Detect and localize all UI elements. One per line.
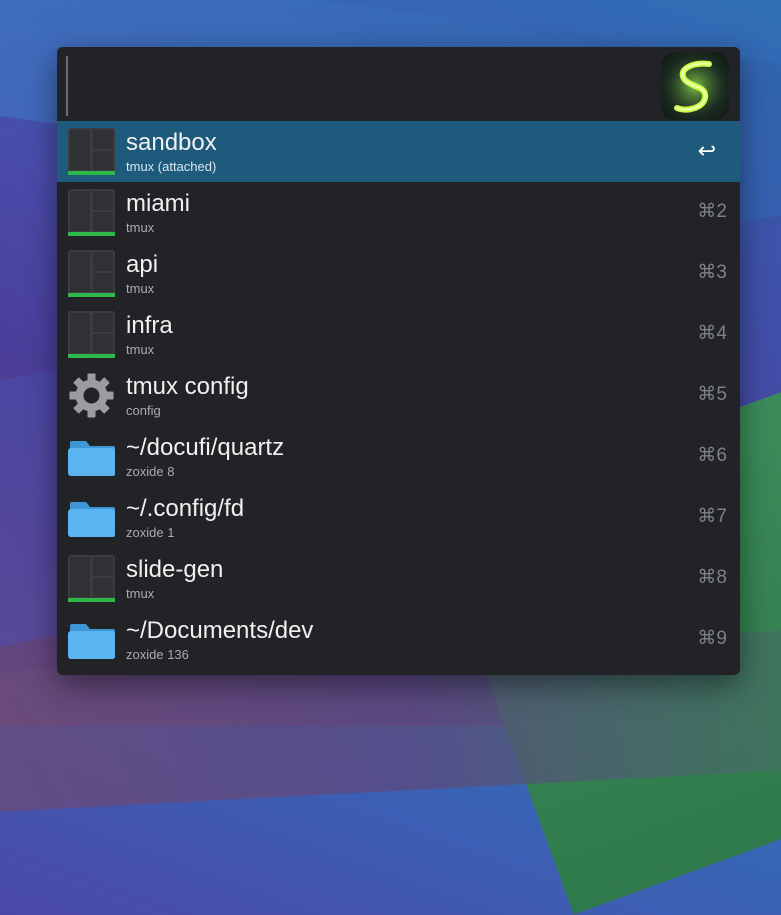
shortcut-hint: ⌘9 [697,628,727,649]
tmux-session-icon [68,311,115,358]
search-bar [57,47,740,122]
shortcut-hint: ⌘5 [697,384,727,405]
item-subtitle: zoxide 8 [126,464,175,479]
item-title: ~/.config/fd [126,495,245,522]
list-item[interactable]: api tmux ⌘3 [57,243,740,304]
folder-icon [68,494,115,541]
list-item[interactable]: ~/docufi/quartz zoxide 8 ⌘6 [57,426,740,487]
item-title: infra [126,312,173,339]
return-key-hint: ↩ [697,138,716,163]
folder-icon [68,433,115,480]
app-logo-icon [661,52,729,120]
results-list: sandbox tmux (attached) ↩ miami tmux ⌘2 [57,121,740,670]
text-caret [66,56,68,116]
list-item[interactable]: slide-gen tmux ⌘8 [57,548,740,609]
shortcut-hint: ⌘8 [697,567,727,588]
list-item[interactable]: ~/.config/fd zoxide 1 ⌘7 [57,487,740,548]
shortcut-hint: ⌘3 [697,262,727,283]
item-subtitle: zoxide 1 [126,525,175,540]
item-title: ~/docufi/quartz [126,434,285,461]
list-item[interactable]: ~/Documents/dev zoxide 136 ⌘9 [57,609,740,670]
shortcut-hint: ⌘2 [697,201,727,222]
item-title: sandbox [126,129,217,156]
item-title: slide-gen [126,556,224,583]
tmux-session-icon [68,250,115,297]
item-subtitle: tmux [126,342,155,357]
item-title: api [126,251,159,278]
list-item[interactable]: sandbox tmux (attached) ↩ [57,121,740,182]
search-input[interactable] [73,57,637,115]
list-item[interactable]: miami tmux ⌘2 [57,182,740,243]
item-title: miami [126,190,190,217]
item-subtitle: zoxide 136 [126,647,189,662]
tmux-session-icon [68,555,115,602]
tmux-session-icon [68,189,115,236]
launcher-panel: sandbox tmux (attached) ↩ miami tmux ⌘2 [57,47,740,675]
item-subtitle: tmux (attached) [126,159,217,174]
item-title: tmux config [126,373,249,400]
item-title: ~/Documents/dev [126,617,314,644]
shortcut-hint: ⌘6 [697,445,727,466]
tmux-session-icon [68,128,115,175]
shortcut-hint: ⌘7 [697,506,727,527]
item-subtitle: tmux [126,586,155,601]
shortcut-hint: ⌘4 [697,323,727,344]
folder-icon [68,616,115,663]
item-subtitle: tmux [126,220,155,235]
list-item[interactable]: infra tmux ⌘4 [57,304,740,365]
item-subtitle: config [126,403,161,418]
item-subtitle: tmux [126,281,155,296]
list-item[interactable]: tmux config config ⌘5 [57,365,740,426]
gear-icon [68,372,115,419]
